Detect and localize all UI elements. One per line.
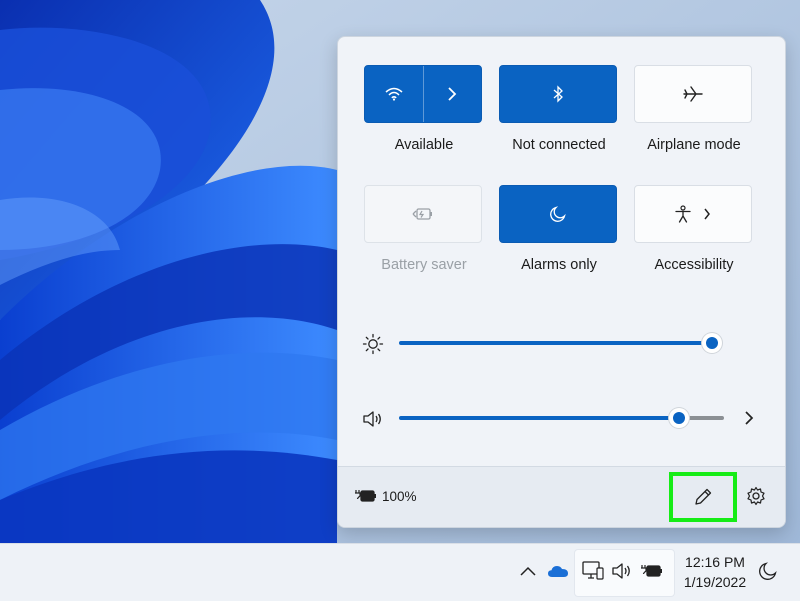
battery-status[interactable]: 100%	[355, 486, 417, 506]
airplane-icon	[683, 85, 703, 103]
wifi-icon[interactable]	[365, 66, 424, 122]
bluetooth-icon	[552, 85, 564, 103]
onedrive-cloud-icon[interactable]	[545, 559, 571, 583]
focus-assist-tile-label: Alarms only	[521, 257, 597, 273]
accessibility-tile[interactable]	[634, 185, 752, 243]
volume-slider-row	[362, 403, 762, 433]
moon-icon	[550, 206, 566, 222]
speaker-icon	[610, 559, 634, 583]
battery-charging-icon	[640, 559, 664, 583]
airplane-mode-tile-label: Airplane mode	[647, 137, 741, 153]
battery-percentage: 100%	[382, 488, 417, 504]
chevron-up-icon[interactable]	[516, 559, 540, 583]
battery-charging-icon	[355, 489, 377, 503]
taskbar-clock[interactable]: 12:16 PM 1/19/2022	[676, 552, 754, 592]
moon-icon[interactable]	[756, 559, 780, 583]
gear-icon[interactable]	[744, 484, 768, 508]
speaker-icon[interactable]	[362, 408, 384, 430]
edit-quick-settings-button[interactable]	[669, 472, 737, 522]
brightness-slider-thumb[interactable]	[702, 333, 722, 353]
wifi-tile[interactable]	[364, 65, 482, 123]
clock-time: 12:16 PM	[685, 554, 745, 570]
battery-saver-tile[interactable]	[364, 185, 482, 243]
chevron-right-icon[interactable]	[424, 66, 482, 122]
bluetooth-tile-label: Not connected	[512, 137, 606, 153]
accessibility-tile-label: Accessibility	[654, 257, 734, 273]
airplane-mode-tile[interactable]	[634, 65, 752, 123]
chevron-right-icon	[703, 208, 711, 220]
bluetooth-tile[interactable]	[499, 65, 617, 123]
clock-date: 1/19/2022	[683, 574, 747, 590]
battery-saver-icon	[412, 207, 434, 221]
accessibility-icon	[675, 205, 691, 223]
brightness-track[interactable]	[399, 341, 712, 345]
focus-assist-tile[interactable]	[499, 185, 617, 243]
volume-slider-thumb[interactable]	[668, 408, 689, 428]
battery-saver-tile-label: Battery saver	[381, 257, 467, 273]
volume-mixer-chevron-icon[interactable]	[743, 410, 755, 426]
volume-track-fill[interactable]	[399, 416, 679, 420]
wifi-tile-label: Available	[394, 137, 454, 153]
network-icon	[581, 559, 605, 583]
sun-icon	[362, 333, 384, 355]
brightness-slider-row	[362, 328, 762, 358]
pencil-icon	[693, 487, 713, 507]
